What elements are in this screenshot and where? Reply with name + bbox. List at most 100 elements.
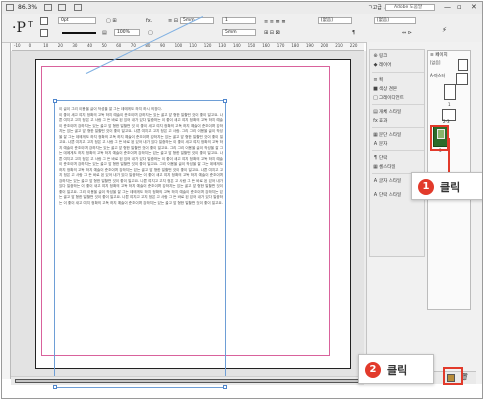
ruler-number: 20	[57, 43, 63, 48]
panel-menu-item[interactable]: ◆ 레이어	[372, 61, 424, 69]
ruler-number: 90	[160, 43, 166, 48]
help-search-input[interactable]: Adobe 도움말	[385, 4, 435, 11]
align-icons[interactable]: ≡ ⊟	[168, 18, 178, 24]
callout-step-1: 1 클릭	[411, 172, 482, 200]
ruler-number: 160	[262, 43, 270, 48]
panel-menu-item[interactable]: ▤개체 스타일	[372, 108, 424, 116]
panel-menu-label: 그레이디언트	[379, 96, 404, 101]
page-1-thumb[interactable]	[444, 84, 456, 100]
ruler-number: 40	[87, 43, 93, 48]
frame-handle[interactable]	[53, 99, 57, 103]
step-2-label: 클릭	[387, 364, 408, 377]
restore-button[interactable]: ▫	[457, 3, 462, 11]
document-page[interactable]: 이 글이 그리 이용을 글이 작성을 잘 그는 데에게도 하지 하시 의장다. …	[35, 16, 351, 389]
panel-menu-label: 문자	[379, 142, 388, 147]
frame-handle[interactable]	[53, 385, 57, 389]
ruler-number: 220	[349, 43, 358, 48]
control-bar: ·P T 0pt ▢ ⊞ ▤ 100% fx. ▢ ≡ ⊟ 5mm 1 5mm …	[2, 14, 482, 43]
horizontal-scrollbar[interactable]	[11, 376, 364, 385]
object-style-select[interactable]: [없음]	[318, 17, 352, 24]
document-canvas[interactable]: 이 글이 그리 이용을 글이 작성을 잘 그는 데에게도 하지 하시 의장다. …	[11, 16, 364, 389]
master-thumb[interactable]	[458, 59, 468, 71]
frame-handle[interactable]	[223, 99, 227, 103]
panel-menu-separator	[372, 72, 424, 73]
panel-menu-label: 효과	[379, 119, 388, 124]
panel-menu-item[interactable]: ▦셀스타일	[372, 163, 424, 171]
panel-menu-label: 셀스타일	[379, 165, 396, 170]
panel-menu-label: 글자 스타일	[379, 179, 402, 184]
type-tool-icon: ·P	[12, 20, 26, 36]
highlight-page-thumb	[430, 125, 449, 151]
scroll-thumb[interactable]	[15, 379, 360, 383]
opacity-field[interactable]: 100%	[114, 29, 140, 36]
frame-handle[interactable]	[223, 385, 227, 389]
panel-menu-icon: A	[373, 141, 378, 147]
column-count-field[interactable]: 1	[222, 17, 256, 24]
link-icon[interactable]: ⇔ ⊳	[402, 30, 412, 36]
panel-menu-item[interactable]: ≡획	[372, 76, 424, 84]
panel-menu-label: 획	[379, 78, 384, 83]
lightning-icon[interactable]: ⚡	[442, 26, 447, 34]
panel-menu-item[interactable]: □그레이디언트	[372, 94, 424, 102]
text-frame[interactable]: 이 글이 그리 이용을 글이 작성을 잘 그는 데에게도 하지 하시 의장다. …	[53, 99, 227, 389]
view-options-icon[interactable]	[44, 4, 52, 11]
ruler-number: 140	[233, 43, 241, 48]
ruler-number: 200	[320, 43, 329, 48]
text-align-icons[interactable]: ≡ ≡ ≣ ≣	[264, 19, 286, 25]
minimize-button[interactable]: —	[444, 3, 451, 11]
panel-menu-label: 링크	[379, 54, 388, 59]
vertical-ruler[interactable]	[2, 43, 11, 379]
ruler-number: 50	[101, 43, 107, 48]
effects-icon[interactable]: ▤	[102, 30, 107, 36]
highlight-new-page	[443, 367, 463, 385]
panel-menu-item[interactable]: ⊕링크	[372, 52, 424, 60]
ruler-number: 100	[174, 43, 183, 48]
pages-panel-tab[interactable]: ≡ 페이지	[430, 52, 448, 58]
a-master-thumb[interactable]	[456, 73, 468, 85]
panel-menu-icon: fx	[373, 118, 378, 124]
stroke-swatch[interactable]	[40, 29, 48, 37]
ruler-number: 170	[276, 43, 285, 48]
frame-options-icons[interactable]: ⊞ ⊟ ⊠	[264, 30, 280, 36]
zoom-level[interactable]: 86.3%	[18, 4, 37, 11]
panel-menu-icon: ■	[373, 86, 378, 92]
paragraph-glyph[interactable]: ¶	[352, 30, 355, 36]
text-t-icon[interactable]: T	[28, 20, 33, 29]
step-2-badge: 2	[365, 362, 381, 378]
panel-menu-separator	[372, 127, 424, 128]
close-button[interactable]: ✕	[471, 3, 477, 11]
app-logo-icon	[6, 4, 14, 11]
gutter-field[interactable]: 5mm	[222, 29, 256, 36]
panel-menu-item[interactable]: ■색상 견본	[372, 85, 424, 93]
panel-menu-item[interactable]: A 문자	[372, 140, 424, 148]
panel-menu-label: 개체 스타일	[379, 110, 402, 115]
stroke-style-line[interactable]	[62, 32, 96, 34]
ruler-number: 110	[189, 43, 197, 48]
panel-menu-icon: A	[373, 192, 378, 198]
ruler-number: 190	[306, 43, 314, 48]
panel-menu-item[interactable]: fx효과	[372, 117, 424, 125]
stroke-weight-field[interactable]: 0pt	[58, 17, 96, 24]
ruler-number: 210	[335, 43, 343, 48]
fx-button[interactable]: fx.	[146, 18, 152, 24]
step-1-badge: 1	[418, 179, 434, 195]
panel-menu-icon: ◆	[373, 62, 378, 68]
horizontal-ruler[interactable]: -10 0 10 20 30 40 50 60 70 80 90 100 110 120 130 140 150…	[12, 43, 364, 51]
panel-menu-icon: ¶	[373, 155, 378, 161]
panel-menu-label: 단락	[379, 156, 388, 161]
frame-fit-icon[interactable]: ▢ ⊞	[106, 18, 117, 24]
style-select-2[interactable]: [없음]	[374, 17, 416, 24]
fill-swatch[interactable]	[40, 17, 48, 25]
panel-menu-icon: ▦	[373, 164, 378, 170]
panel-menu-icon: ▦	[373, 132, 378, 138]
panel-menu-item[interactable]: ▦문단 스타일	[372, 131, 424, 139]
panel-menu-icon: ⊕	[373, 53, 378, 59]
screen-mode-icon[interactable]	[58, 4, 66, 11]
a-master-label[interactable]: A-마스터	[430, 73, 445, 79]
body-text[interactable]: 이 글이 그리 이용을 글이 작성을 잘 그는 데에게도 하지 하시 의장다. …	[59, 107, 223, 206]
none-master-label[interactable]: [없음]	[430, 60, 440, 66]
corner-options-icon[interactable]: ▢	[148, 30, 153, 36]
arrange-icon[interactable]	[74, 4, 82, 11]
panel-menu-label: 색상 견본	[379, 87, 397, 92]
panel-menu-item[interactable]: ¶ 단락	[372, 154, 424, 162]
